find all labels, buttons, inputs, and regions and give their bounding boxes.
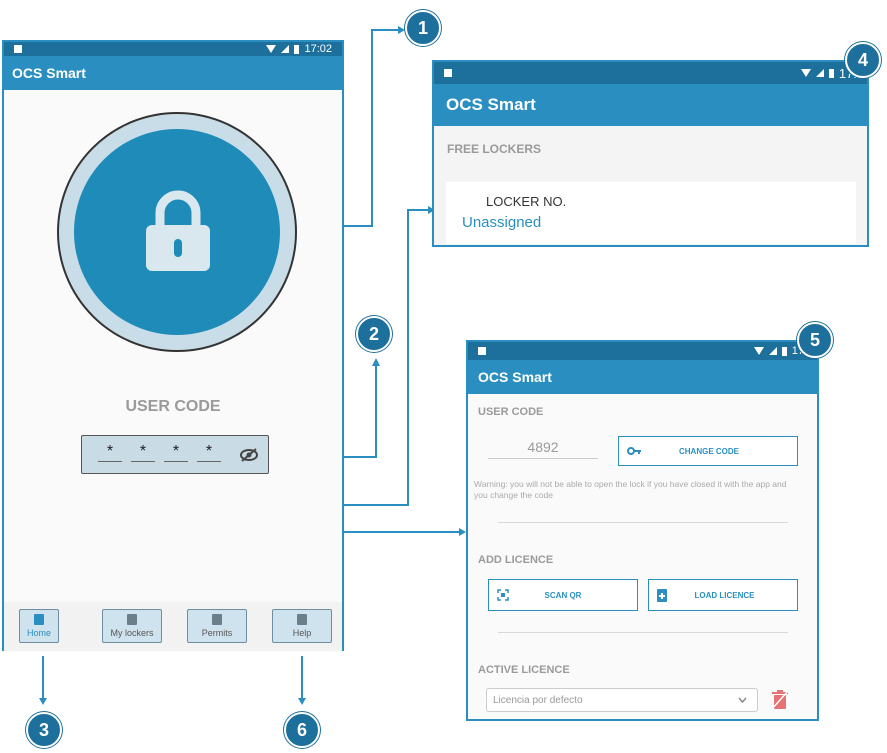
- code-field[interactable]: 4892: [488, 439, 598, 459]
- wifi-icon: [753, 347, 764, 355]
- notification-icon: [444, 69, 452, 77]
- nav-home-label: Home: [26, 628, 51, 638]
- callout-badge: 3: [26, 712, 62, 748]
- load-licence-label: LOAD LICENCE: [694, 590, 755, 600]
- app-bar: OCS Smart: [468, 360, 817, 394]
- bottom-nav: Home My lockers Permits Help: [4, 602, 342, 651]
- battery-icon: [828, 68, 834, 78]
- callout-badge: 5: [797, 322, 833, 358]
- locker-no-value: Unassigned: [462, 214, 542, 231]
- app-title: OCS Smart: [446, 95, 536, 114]
- code-digit: *: [197, 443, 221, 462]
- divider: [498, 522, 788, 523]
- status-time: 17:02: [304, 43, 332, 55]
- signal-icon: [281, 45, 290, 53]
- change-code-button[interactable]: CHANGE CODE: [618, 436, 798, 466]
- nav-permits[interactable]: Permits: [187, 609, 247, 643]
- chevron-down-icon: [738, 697, 747, 703]
- add-licence-title: ADD LICENCE: [478, 554, 554, 566]
- free-lockers-title: FREE LOCKERS: [447, 142, 542, 156]
- wifi-icon: [266, 45, 277, 53]
- status-bar: 17:: [434, 62, 867, 84]
- settings-screen: 17: OCS Smart USER CODE 4892 CHANGE CODE…: [466, 340, 819, 721]
- nav-help-label: Help: [292, 628, 312, 638]
- notification-icon: [14, 45, 22, 53]
- nav-home[interactable]: Home: [19, 609, 59, 643]
- code-input[interactable]: * * * *: [81, 435, 269, 474]
- home-icon: [34, 614, 44, 625]
- lockers-screen: 17: OCS Smart FREE LOCKERS LOCKER NO. Un…: [432, 60, 869, 247]
- divider: [498, 632, 788, 633]
- callout-badge: 6: [284, 712, 320, 748]
- scan-qr-button[interactable]: SCAN QR: [488, 579, 638, 611]
- warning-text: Warning: you will not be able to open th…: [474, 479, 787, 500]
- app-bar: OCS Smart: [434, 84, 867, 126]
- document-icon: [212, 614, 222, 625]
- help-icon: [297, 614, 307, 625]
- code-digit: *: [164, 443, 188, 462]
- locker-no-label: LOCKER NO.: [486, 194, 567, 209]
- locker-icon: [127, 614, 137, 625]
- load-licence-button[interactable]: LOAD LICENCE: [648, 579, 798, 611]
- nav-help[interactable]: Help: [272, 609, 332, 643]
- active-licence-title: ACTIVE LICENCE: [478, 664, 570, 676]
- app-bar: OCS Smart: [4, 56, 342, 90]
- status-bar: 17:: [468, 342, 817, 360]
- callout-badge: 4: [845, 42, 881, 78]
- code-digit: *: [131, 443, 155, 462]
- app-title: OCS Smart: [12, 65, 86, 81]
- locker-card[interactable]: LOCKER NO. Unassigned: [446, 182, 856, 244]
- callout-badge: 2: [356, 316, 392, 352]
- qr-icon: [497, 589, 509, 601]
- scan-qr-label: SCAN QR: [544, 590, 582, 600]
- code-digit: *: [98, 443, 122, 462]
- battery-icon: [294, 44, 300, 54]
- nav-my-lockers-label: My lockers: [110, 628, 154, 638]
- licence-select-value: Licencia por defecto: [493, 694, 583, 706]
- user-code-title: USER CODE: [478, 406, 544, 418]
- nav-permits-label: Permits: [201, 628, 233, 638]
- wifi-icon: [800, 69, 811, 77]
- notification-icon: [478, 347, 486, 355]
- home-screen: 17:02 OCS Smart USER CODE * * * * Home M…: [2, 40, 344, 651]
- nav-my-lockers[interactable]: My lockers: [102, 609, 162, 643]
- eye-off-icon[interactable]: [239, 447, 259, 463]
- key-icon: [627, 447, 641, 455]
- signal-icon: [768, 347, 777, 355]
- delete-icon[interactable]: [771, 690, 789, 710]
- status-bar: 17:02: [4, 42, 342, 56]
- callout-badge: 1: [405, 10, 441, 46]
- lock-icon: [146, 190, 210, 271]
- signal-icon: [815, 69, 824, 77]
- change-code-label: CHANGE CODE: [678, 446, 739, 456]
- app-title: OCS Smart: [478, 369, 552, 385]
- lock-circle: [74, 129, 280, 335]
- lock-button[interactable]: [57, 112, 297, 352]
- battery-icon: [781, 346, 787, 356]
- licence-select[interactable]: Licencia por defecto: [486, 688, 758, 712]
- file-add-icon: [657, 588, 667, 602]
- user-code-label: USER CODE: [125, 398, 221, 415]
